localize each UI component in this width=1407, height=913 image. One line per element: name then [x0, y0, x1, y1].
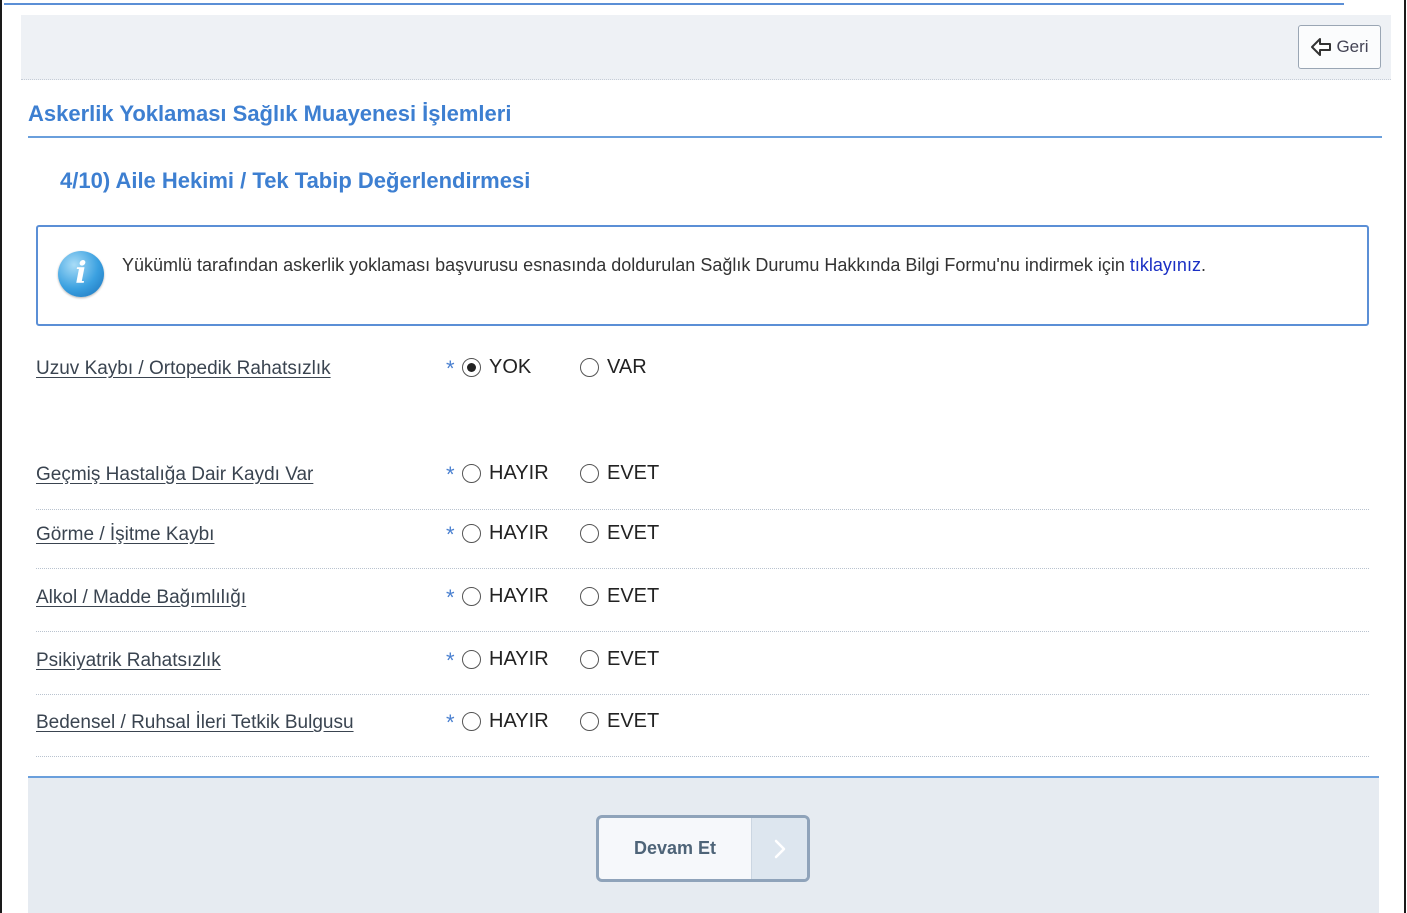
option-label: EVET [607, 522, 660, 544]
info-box: i Yükümlü tarafından askerlik yoklaması … [36, 225, 1369, 326]
radio-hayir[interactable] [462, 650, 481, 669]
option-var[interactable]: VAR [580, 356, 647, 379]
info-suffix: . [1200, 255, 1206, 275]
option-evet[interactable]: EVET [580, 648, 659, 671]
question-row-bedensel-ruhsal: Bedensel / Ruhsal İleri Tetkik Bulgusu *… [36, 710, 1369, 757]
question-label[interactable]: Görme / İşitme Kaybı [36, 524, 214, 546]
radio-evet[interactable] [580, 464, 599, 483]
question-label[interactable]: Alkol / Madde Bağımlılığı [36, 587, 246, 609]
question-row-psikiyatrik: Psikiyatrik Rahatsızlık * HAYIR EVET [36, 648, 1369, 695]
arrow-left-icon [1311, 38, 1332, 56]
info-icon: i [58, 251, 104, 297]
question-row-alkol-madde: Alkol / Madde Bağımlılığı * HAYIR EVET [36, 585, 1369, 632]
required-marker: * [446, 585, 455, 610]
option-hayir[interactable]: HAYIR [462, 585, 549, 608]
question-label[interactable]: Uzuv Kaybı / Ortopedik Rahatsızlık [36, 358, 331, 380]
top-accent-line [4, 3, 1344, 5]
back-button[interactable]: Geri [1298, 25, 1381, 69]
option-label: EVET [607, 585, 660, 607]
option-label: HAYIR [489, 648, 549, 670]
option-hayir[interactable]: HAYIR [462, 462, 549, 485]
download-form-link[interactable]: tıklayınız [1130, 255, 1201, 275]
option-evet[interactable]: EVET [580, 710, 659, 733]
required-marker: * [446, 522, 455, 547]
question-row-gecmis-hastalik: Geçmiş Hastalığa Dair Kaydı Var * HAYIR … [36, 462, 1369, 510]
page-title: Askerlik Yoklaması Sağlık Muayenesi İşle… [28, 101, 512, 126]
continue-button-label: Devam Et [633, 838, 717, 858]
question-label[interactable]: Psikiyatrik Rahatsızlık [36, 650, 221, 672]
option-hayir[interactable]: HAYIR [462, 710, 549, 733]
option-label: HAYIR [489, 710, 549, 732]
radio-evet[interactable] [580, 524, 599, 543]
required-marker: * [446, 356, 455, 381]
continue-button[interactable]: Devam Et [596, 815, 810, 882]
info-message: Yükümlü tarafından askerlik yoklaması ba… [122, 255, 1130, 275]
radio-evet[interactable] [580, 650, 599, 669]
radio-var[interactable] [580, 358, 599, 377]
option-hayir[interactable]: HAYIR [462, 648, 549, 671]
chevron-right-icon [751, 818, 807, 879]
step-title: 4/10) Aile Hekimi / Tek Tabip Değerlendi… [60, 168, 531, 193]
question-row-uzuv: Uzuv Kaybı / Ortopedik Rahatsızlık * YOK… [36, 356, 1369, 416]
option-evet[interactable]: EVET [580, 462, 659, 485]
option-label: HAYIR [489, 462, 549, 484]
question-label[interactable]: Bedensel / Ruhsal İleri Tetkik Bulgusu [36, 712, 354, 734]
option-hayir[interactable]: HAYIR [462, 522, 549, 545]
radio-hayir[interactable] [462, 464, 481, 483]
option-label: HAYIR [489, 522, 549, 544]
radio-hayir[interactable] [462, 524, 481, 543]
toolbar [21, 15, 1391, 80]
option-yok[interactable]: YOK [462, 356, 531, 379]
option-evet[interactable]: EVET [580, 585, 659, 608]
radio-yok[interactable] [462, 358, 481, 377]
back-button-label: Geri [1336, 37, 1369, 56]
radio-evet[interactable] [580, 712, 599, 731]
radio-hayir[interactable] [462, 587, 481, 606]
radio-evet[interactable] [580, 587, 599, 606]
option-label: EVET [607, 462, 660, 484]
required-marker: * [446, 648, 455, 673]
question-label[interactable]: Geçmiş Hastalığa Dair Kaydı Var [36, 464, 313, 486]
option-label: HAYIR [489, 585, 549, 607]
option-label: VAR [607, 356, 647, 378]
option-label: YOK [489, 356, 532, 378]
radio-hayir[interactable] [462, 712, 481, 731]
required-marker: * [446, 710, 455, 735]
question-row-gorme-isitme: Görme / İşitme Kaybı * HAYIR EVET [36, 522, 1369, 569]
required-marker: * [446, 462, 455, 487]
info-text: Yükümlü tarafından askerlik yoklaması ba… [122, 253, 1322, 277]
title-divider [28, 136, 1382, 138]
option-label: EVET [607, 710, 660, 732]
option-evet[interactable]: EVET [580, 522, 659, 545]
option-label: EVET [607, 648, 660, 670]
